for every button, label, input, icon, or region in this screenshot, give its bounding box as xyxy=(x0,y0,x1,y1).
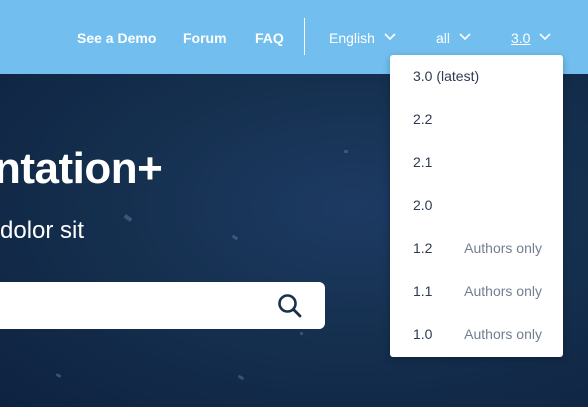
language-selector[interactable]: English xyxy=(329,29,396,47)
version-selector[interactable]: 3.0 xyxy=(511,29,552,47)
scope-selector[interactable]: all xyxy=(436,29,471,47)
version-option-label: 2.1 xyxy=(413,154,433,170)
language-selector-label: English xyxy=(329,30,375,46)
version-option-2-0[interactable]: 2.0 xyxy=(390,184,563,227)
version-option-label: 2.2 xyxy=(413,111,433,127)
version-option-1-1[interactable]: 1.1 Authors only xyxy=(390,270,563,313)
nav-link-see-a-demo[interactable]: See a Demo xyxy=(77,29,156,47)
chevron-down-icon xyxy=(459,33,471,41)
version-option-label: 1.1 xyxy=(413,283,433,299)
nav-divider xyxy=(304,18,305,55)
version-option-label: 1.2 xyxy=(413,240,433,256)
nav-link-faq[interactable]: FAQ xyxy=(255,29,284,47)
authors-only-note: Authors only xyxy=(464,326,542,342)
hero-background-star xyxy=(123,214,133,222)
hero-subtitle: dolor sit xyxy=(0,217,85,244)
version-option-1-2[interactable]: 1.2 Authors only xyxy=(390,227,563,270)
scope-selector-label: all xyxy=(436,30,451,46)
hero-background-star xyxy=(55,372,62,379)
version-option-label: 1.0 xyxy=(413,326,433,342)
search-icon[interactable] xyxy=(276,292,304,320)
hero-background-star xyxy=(237,374,245,381)
hero-background-star xyxy=(344,150,348,153)
chevron-down-icon xyxy=(384,33,396,41)
version-dropdown-menu: 3.0 (latest) 2.2 2.1 2.0 1.2 Authors onl… xyxy=(390,55,563,357)
authors-only-note: Authors only xyxy=(464,283,542,299)
version-option-label: 2.0 xyxy=(413,197,433,213)
hero-title: ntation+ xyxy=(0,144,163,193)
nav-link-forum[interactable]: Forum xyxy=(183,29,227,47)
version-option-1-0[interactable]: 1.0 Authors only xyxy=(390,313,563,356)
hero-background-star xyxy=(300,332,303,335)
version-option-2-2[interactable]: 2.2 xyxy=(390,98,563,141)
authors-only-note: Authors only xyxy=(464,240,542,256)
hero-background-star xyxy=(231,234,239,241)
chevron-down-icon xyxy=(539,33,552,41)
version-option-2-1[interactable]: 2.1 xyxy=(390,141,563,184)
version-option-3-0[interactable]: 3.0 (latest) xyxy=(390,55,563,98)
version-option-label: 3.0 (latest) xyxy=(413,68,480,84)
version-selector-label: 3.0 xyxy=(511,30,531,46)
